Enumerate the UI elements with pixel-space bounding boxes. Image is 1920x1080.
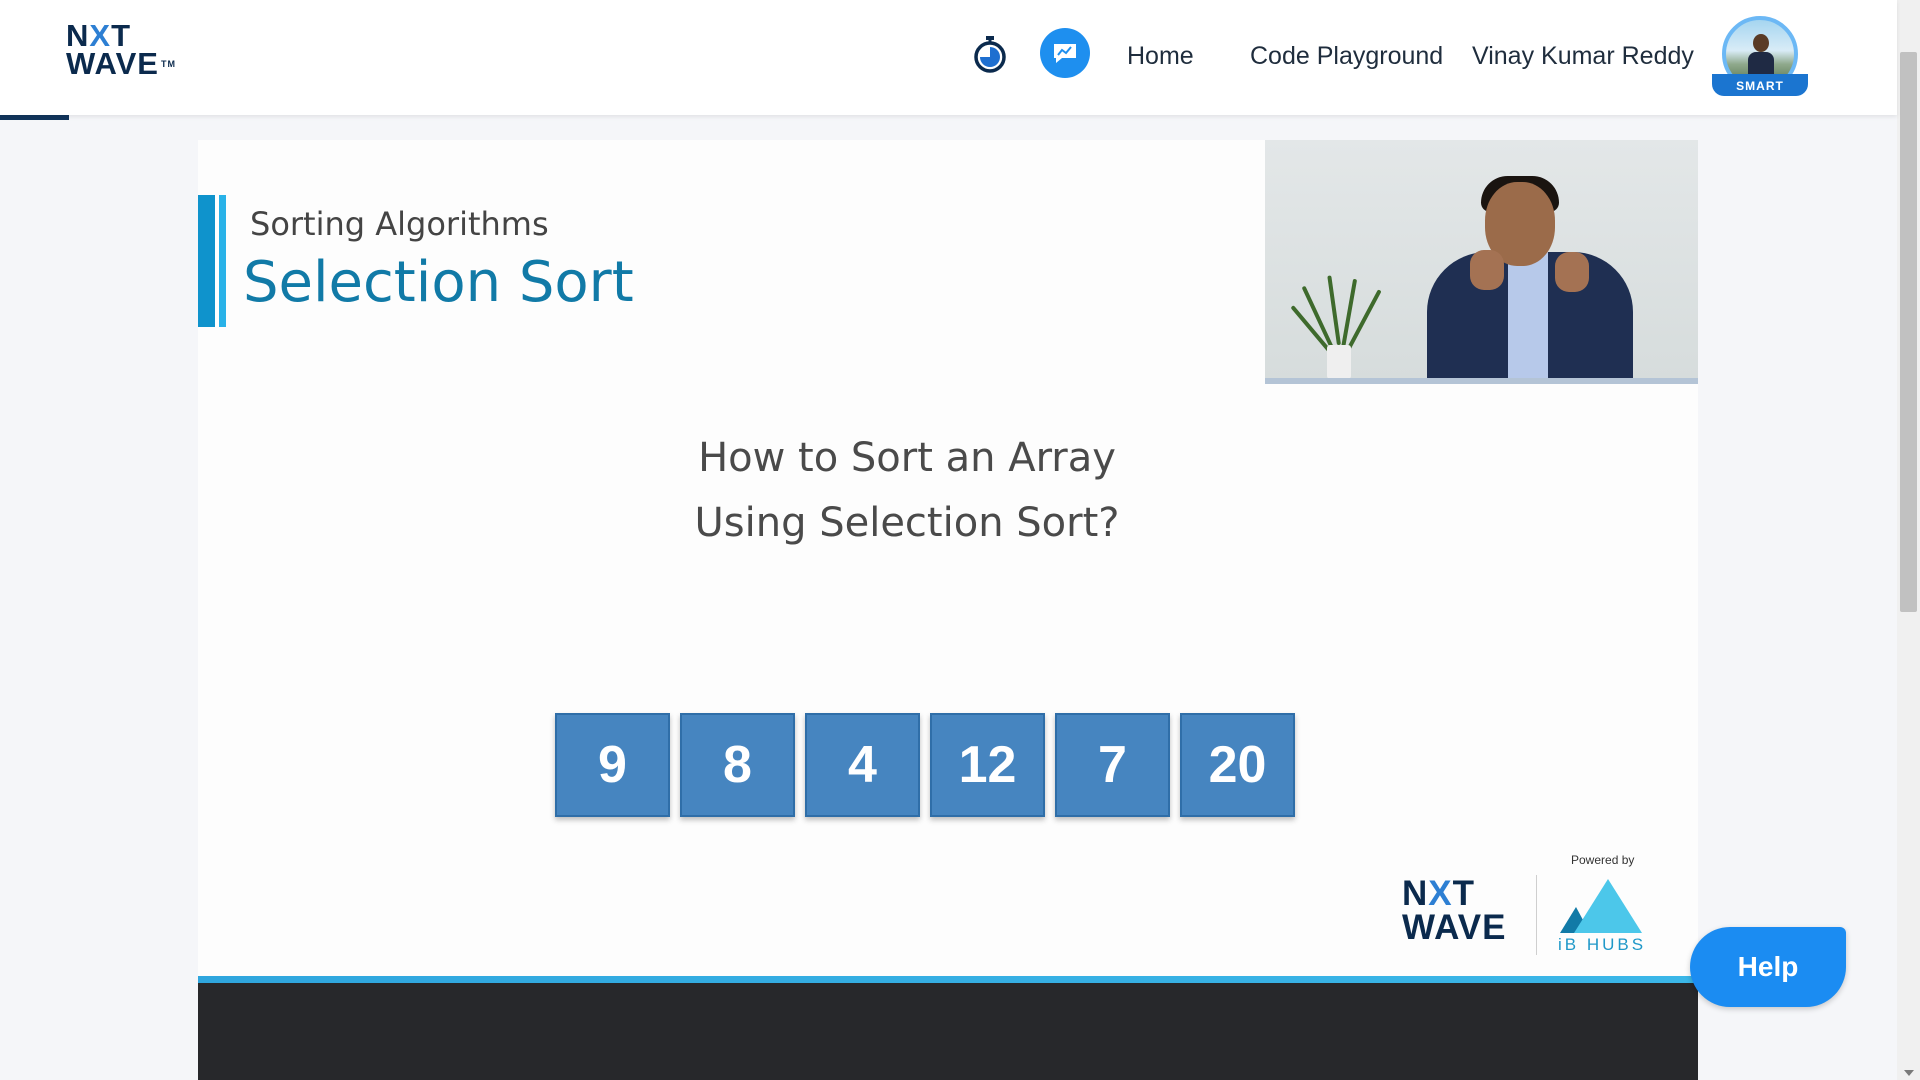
help-button[interactable]: Help	[1690, 927, 1846, 1007]
video-controls-area[interactable]	[198, 983, 1698, 1080]
array-cell: 7	[1055, 713, 1170, 817]
slide-subtitle: Sorting Algorithms	[250, 205, 549, 243]
question-line-1: How to Sort an Array	[698, 435, 1116, 481]
powered-by-label: Powered by	[1571, 853, 1635, 867]
user-name[interactable]: Vinay Kumar Reddy	[1472, 42, 1694, 71]
page-scrollbar[interactable]	[1897, 0, 1920, 1080]
nav-home-link[interactable]: Home	[1127, 42, 1194, 71]
array-visualization: 9 8 4 12 7 20	[555, 713, 1295, 817]
nxtwave-slide-logo: NXT WAVE	[1402, 874, 1507, 947]
scrollbar-thumb[interactable]	[1900, 52, 1917, 612]
scroll-down-arrow-icon[interactable]	[1904, 1070, 1914, 1076]
ibhubs-label: iB HUBS	[1558, 935, 1647, 954]
array-cell: 12	[930, 713, 1045, 817]
chat-button[interactable]	[1040, 28, 1090, 78]
slide-bottom-stripe	[198, 976, 1698, 983]
stopwatch-icon[interactable]	[970, 34, 1010, 74]
presenter-video-inset	[1265, 140, 1698, 384]
logo-divider	[1536, 875, 1537, 955]
slide-title: Selection Sort	[243, 250, 634, 315]
smart-badge: SMART	[1712, 74, 1808, 96]
array-cell: 8	[680, 713, 795, 817]
video-player[interactable]: Sorting Algorithms Selection Sort How to…	[198, 140, 1698, 977]
array-cell: 20	[1180, 713, 1295, 817]
chat-icon	[1054, 44, 1076, 63]
title-accent-bar	[198, 195, 226, 327]
nxtwave-logo[interactable]: NXT WAVE TM	[66, 20, 186, 86]
question-line-2: Using Selection Sort?	[694, 500, 1120, 546]
top-navigation-bar: NXT WAVE TM Home Code Playground Vinay Ku…	[0, 0, 1897, 115]
array-cell: 4	[805, 713, 920, 817]
array-cell: 9	[555, 713, 670, 817]
nav-code-playground-link[interactable]: Code Playground	[1250, 42, 1443, 71]
profile-avatar[interactable]: SMART	[1710, 16, 1810, 100]
